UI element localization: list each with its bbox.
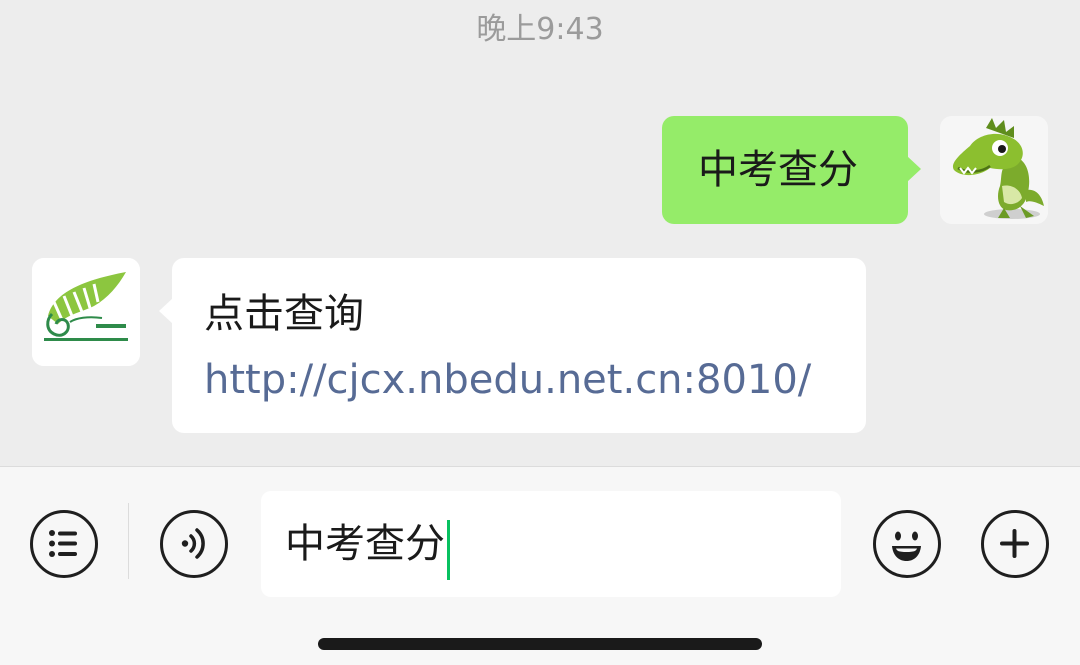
- contact-avatar[interactable]: [32, 258, 140, 366]
- message-input[interactable]: 中考查分: [261, 491, 841, 597]
- my-avatar[interactable]: [940, 116, 1048, 224]
- toolbar-divider: [128, 503, 129, 579]
- education-logo-icon: [32, 258, 140, 366]
- incoming-message-bubble[interactable]: 点击查询 http://cjcx.nbedu.net.cn:8010/: [159, 258, 866, 433]
- menu-list-icon: [49, 530, 77, 557]
- menu-button[interactable]: [30, 510, 98, 578]
- voice-button[interactable]: [160, 510, 228, 578]
- chat-area: 晚上9:43 中考查分 点击查询 http://cjcx.nbedu.net.c…: [0, 0, 1080, 466]
- home-indicator[interactable]: [318, 638, 762, 650]
- plus-icon: [1000, 529, 1029, 558]
- outgoing-message-text: 中考查分: [698, 147, 858, 193]
- message-timestamp: 晚上9:43: [476, 12, 604, 47]
- input-toolbar: 中考查分: [0, 466, 1080, 665]
- bubble-tail: [159, 298, 173, 324]
- message-input-value: 中考查分: [285, 521, 445, 567]
- text-caret: [447, 519, 450, 580]
- dinosaur-avatar-icon: [940, 116, 1048, 224]
- bubble-tail: [907, 156, 921, 182]
- incoming-message-text: 点击查询: [204, 291, 364, 337]
- emoji-icon: [892, 531, 921, 561]
- score-query-link[interactable]: http://cjcx.nbedu.net.cn:8010/: [204, 354, 811, 406]
- more-options-button[interactable]: [981, 510, 1049, 578]
- outgoing-message-bubble[interactable]: 中考查分: [662, 116, 921, 224]
- voice-icon: [181, 528, 205, 559]
- emoji-button[interactable]: [873, 510, 941, 578]
